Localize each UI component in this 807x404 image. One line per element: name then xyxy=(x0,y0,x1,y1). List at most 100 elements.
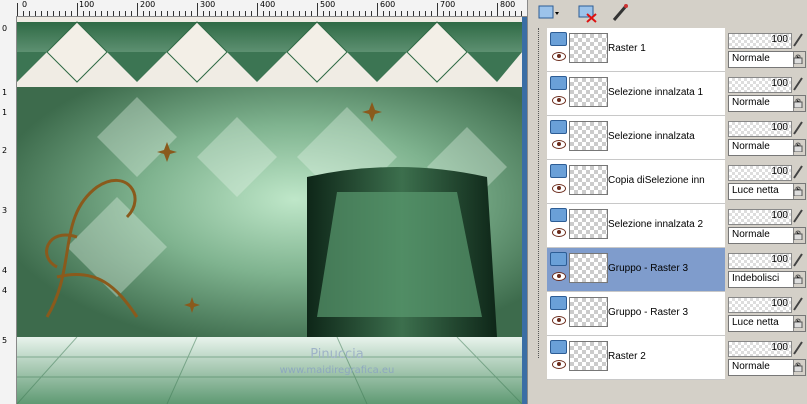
opacity-slider[interactable]: 100 xyxy=(728,297,792,313)
layer-type-icon[interactable] xyxy=(550,32,567,46)
layer-type-icon[interactable] xyxy=(550,164,567,178)
layer-row[interactable]: Copia diSelezione inn 100 Luce netta xyxy=(547,160,806,204)
lock-icon[interactable] xyxy=(793,142,803,152)
layer-name[interactable]: Copia diSelezione inn xyxy=(608,175,726,186)
lock-icon[interactable] xyxy=(793,230,803,240)
lock-icon[interactable] xyxy=(793,98,803,108)
opacity-slider[interactable]: 100 xyxy=(728,121,792,137)
layer-row[interactable]: Raster 1 100 Normale xyxy=(547,28,806,72)
layer-row[interactable]: Selezione innalzata 100 Normale xyxy=(547,116,806,160)
edit-brush-icon[interactable] xyxy=(792,76,804,92)
visibility-eye-icon[interactable] xyxy=(552,96,566,105)
opacity-slider[interactable]: 100 xyxy=(728,33,792,49)
opacity-slider[interactable]: 100 xyxy=(728,165,792,181)
layer-thumbnail[interactable] xyxy=(569,209,608,239)
ruler-tick xyxy=(521,11,522,16)
blend-mode-label: Normale xyxy=(732,229,770,240)
ruler-label: 200 xyxy=(140,0,156,9)
edit-brush-icon[interactable] xyxy=(792,296,804,312)
visibility-eye-icon[interactable] xyxy=(552,184,566,193)
edit-brush-icon[interactable] xyxy=(792,32,804,48)
layer-thumbnail[interactable] xyxy=(569,165,608,195)
visibility-eye-icon[interactable] xyxy=(552,228,566,237)
opacity-value: 100 xyxy=(771,298,788,309)
ruler-tick xyxy=(167,11,168,16)
layer-row[interactable]: Gruppo - Raster 3 100 Indebolisci xyxy=(547,248,806,292)
layer-thumbnail[interactable] xyxy=(569,121,608,151)
layer-row[interactable]: Raster 2 100 Normale xyxy=(547,336,806,380)
ruler-label: 0 xyxy=(22,0,28,9)
ruler-tick xyxy=(131,11,132,16)
ruler-tick xyxy=(227,11,228,16)
ruler-label: 600 xyxy=(380,0,396,9)
ruler-tick xyxy=(341,11,342,16)
watermark-url: www.maidiregrafica.eu xyxy=(280,365,395,376)
lock-icon[interactable] xyxy=(793,54,803,64)
visibility-eye-icon[interactable] xyxy=(552,52,566,61)
layer-name[interactable]: Raster 2 xyxy=(608,351,726,362)
layer-name[interactable]: Selezione innalzata xyxy=(608,131,726,142)
opacity-slider[interactable]: 100 xyxy=(728,253,792,269)
ruler-tick xyxy=(461,11,462,16)
ruler-tick xyxy=(47,11,48,16)
layer-type-icon[interactable] xyxy=(550,252,567,266)
opacity-value: 100 xyxy=(771,78,788,89)
layer-type-icon[interactable] xyxy=(550,120,567,134)
layer-row[interactable]: Selezione innalzata 2 100 Normale xyxy=(547,204,806,248)
visibility-eye-icon[interactable] xyxy=(552,140,566,149)
lock-icon[interactable] xyxy=(793,362,803,372)
ruler-tick xyxy=(191,11,192,16)
layer-name[interactable]: Selezione innalzata 2 xyxy=(608,219,726,230)
layer-name[interactable]: Gruppo - Raster 3 xyxy=(608,263,726,274)
opacity-slider[interactable]: 100 xyxy=(728,341,792,357)
ruler-tick xyxy=(383,11,384,16)
blend-mode-label: Normale xyxy=(732,361,770,372)
layer-thumbnail[interactable] xyxy=(569,253,608,283)
ruler-tick xyxy=(107,11,108,16)
layer-thumbnail[interactable] xyxy=(569,33,608,63)
edit-brush-icon[interactable] xyxy=(792,340,804,356)
layer-name[interactable]: Raster 1 xyxy=(608,43,726,54)
ruler-tick xyxy=(215,11,216,16)
edit-brush-icon[interactable] xyxy=(608,2,632,24)
ruler-tick xyxy=(83,11,84,16)
layers-panel: Raster 1 100 Normale Selezione innalzata 11… xyxy=(527,0,807,404)
visibility-eye-icon[interactable] xyxy=(552,360,566,369)
ruler-tick xyxy=(443,11,444,16)
layer-row[interactable]: Gruppo - Raster 3 100 Luce netta xyxy=(547,292,806,336)
layer-thumbnail[interactable] xyxy=(569,341,608,371)
lock-icon[interactable] xyxy=(793,318,803,328)
ruler-tick xyxy=(35,11,36,16)
layer-thumbnail[interactable] xyxy=(569,297,608,327)
ruler-tick xyxy=(155,11,156,16)
layer-type-icon[interactable] xyxy=(550,208,567,222)
edit-brush-icon[interactable] xyxy=(792,252,804,268)
visibility-eye-icon[interactable] xyxy=(552,272,566,281)
ruler-tick xyxy=(89,11,90,16)
ruler-tick xyxy=(119,11,120,16)
opacity-slider[interactable]: 100 xyxy=(728,77,792,93)
edit-brush-icon[interactable] xyxy=(792,164,804,180)
layer-type-icon[interactable] xyxy=(550,340,567,354)
ruler-tick xyxy=(59,11,60,16)
edit-brush-icon[interactable] xyxy=(792,120,804,136)
ruler-label: 4 xyxy=(2,266,8,275)
ruler-tick xyxy=(233,11,234,16)
layer-row[interactable]: Selezione innalzata 1 100 Normale xyxy=(547,72,806,116)
layer-thumbnail[interactable] xyxy=(569,77,608,107)
opacity-slider[interactable]: 100 xyxy=(728,209,792,225)
layer-name[interactable]: Gruppo - Raster 3 xyxy=(608,307,726,318)
layer-type-icon[interactable] xyxy=(550,296,567,310)
layer-type-icon[interactable] xyxy=(536,2,560,24)
visibility-eye-icon[interactable] xyxy=(552,316,566,325)
lock-icon[interactable] xyxy=(793,274,803,284)
delete-layer-icon[interactable] xyxy=(576,2,600,24)
artwork-canvas[interactable]: Pinuccia www.maidiregrafica.eu xyxy=(17,17,522,404)
layer-properties: 100 Normale xyxy=(728,338,806,378)
ruler-tick xyxy=(335,11,336,16)
edit-brush-icon[interactable] xyxy=(792,208,804,224)
lock-icon[interactable] xyxy=(793,186,803,196)
layer-type-icon[interactable] xyxy=(550,76,567,90)
layer-name[interactable]: Selezione innalzata 1 xyxy=(608,87,726,98)
image-editor[interactable]: 0 100 200 300 400 500 600 700 800 0 1 1 … xyxy=(0,0,527,404)
